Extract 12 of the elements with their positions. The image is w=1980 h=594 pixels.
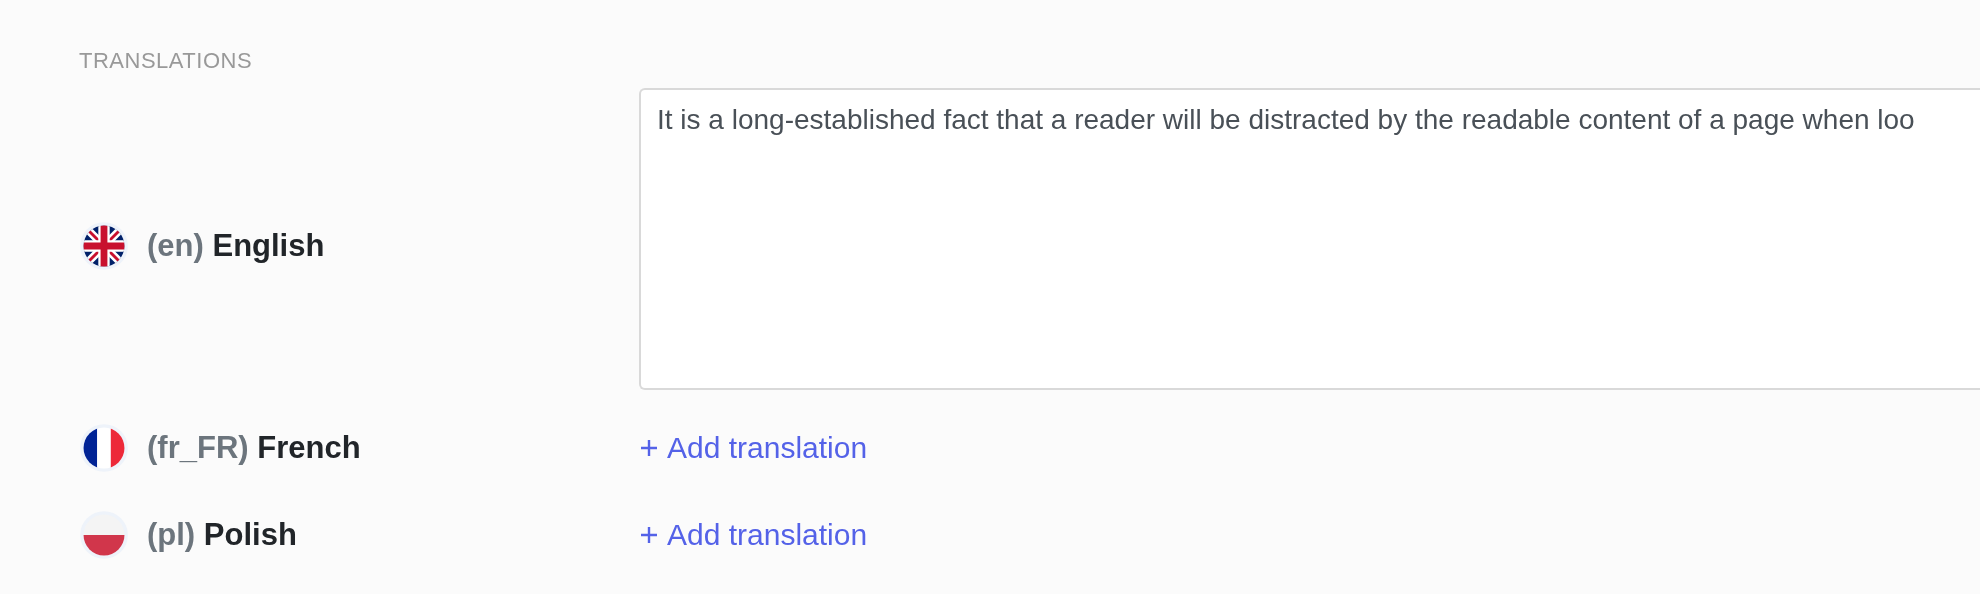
language-label: (en) English xyxy=(147,228,325,264)
poland-flag-icon xyxy=(79,509,129,560)
section-title: TRANSLATIONS xyxy=(79,47,254,74)
translation-field[interactable]: It is a long-established fact that a reader will be distracted by the readable content of a page when loo xyxy=(639,88,1980,390)
add-translation-link[interactable]: Add translation xyxy=(639,430,868,465)
language-label: (pl) Polish xyxy=(147,516,297,553)
uk-flag-icon xyxy=(79,221,129,271)
add-translation-link[interactable]: Add translation xyxy=(639,517,868,552)
france-flag-icon xyxy=(79,422,129,473)
plus-icon xyxy=(639,524,659,545)
language-label: (fr_FR) French xyxy=(147,429,361,466)
plus-icon xyxy=(639,437,659,458)
